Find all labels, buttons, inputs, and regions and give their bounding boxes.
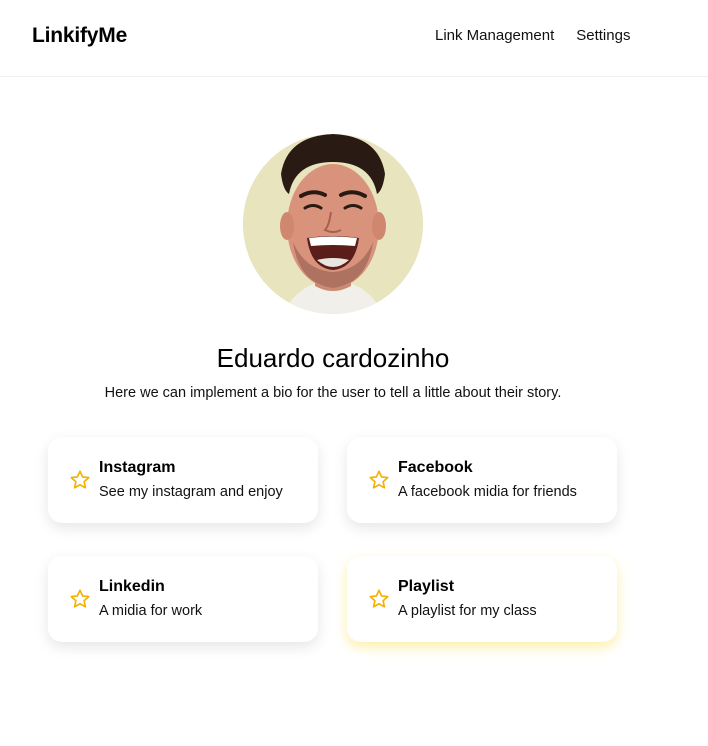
link-description: A midia for work xyxy=(99,603,203,619)
nav-link-management[interactable]: Link Management xyxy=(435,27,554,44)
link-card-instagram[interactable]: Instagram See my instagram and enjoy xyxy=(48,437,318,523)
profile-bio: Here we can implement a bio for the user… xyxy=(104,385,562,401)
link-card-linkedin[interactable]: Linkedin A midia for work xyxy=(48,556,318,642)
brand-logo[interactable]: LinkifyMe xyxy=(32,24,127,48)
star-icon[interactable] xyxy=(69,588,91,610)
link-description: A playlist for my class xyxy=(398,603,537,619)
avatar-photo xyxy=(243,134,423,314)
star-icon[interactable] xyxy=(368,588,390,610)
nav-settings[interactable]: Settings xyxy=(576,27,630,44)
star-icon[interactable] xyxy=(69,469,91,491)
link-card-playlist[interactable]: Playlist A playlist for my class xyxy=(347,556,617,642)
link-description: A facebook midia for friends xyxy=(398,484,577,500)
link-title: Playlist xyxy=(398,578,455,595)
link-title: Linkedin xyxy=(99,578,165,595)
link-title: Instagram xyxy=(99,459,176,476)
main-nav: Link Management Settings xyxy=(435,27,630,44)
avatar xyxy=(243,134,423,314)
star-icon[interactable] xyxy=(368,469,390,491)
link-description: See my instagram and enjoy xyxy=(99,484,283,500)
profile-name: Eduardo cardozinho xyxy=(216,343,450,373)
top-header: LinkifyMe Link Management Settings xyxy=(0,0,708,77)
link-title: Facebook xyxy=(398,459,473,476)
link-card-facebook[interactable]: Facebook A facebook midia for friends xyxy=(347,437,617,523)
